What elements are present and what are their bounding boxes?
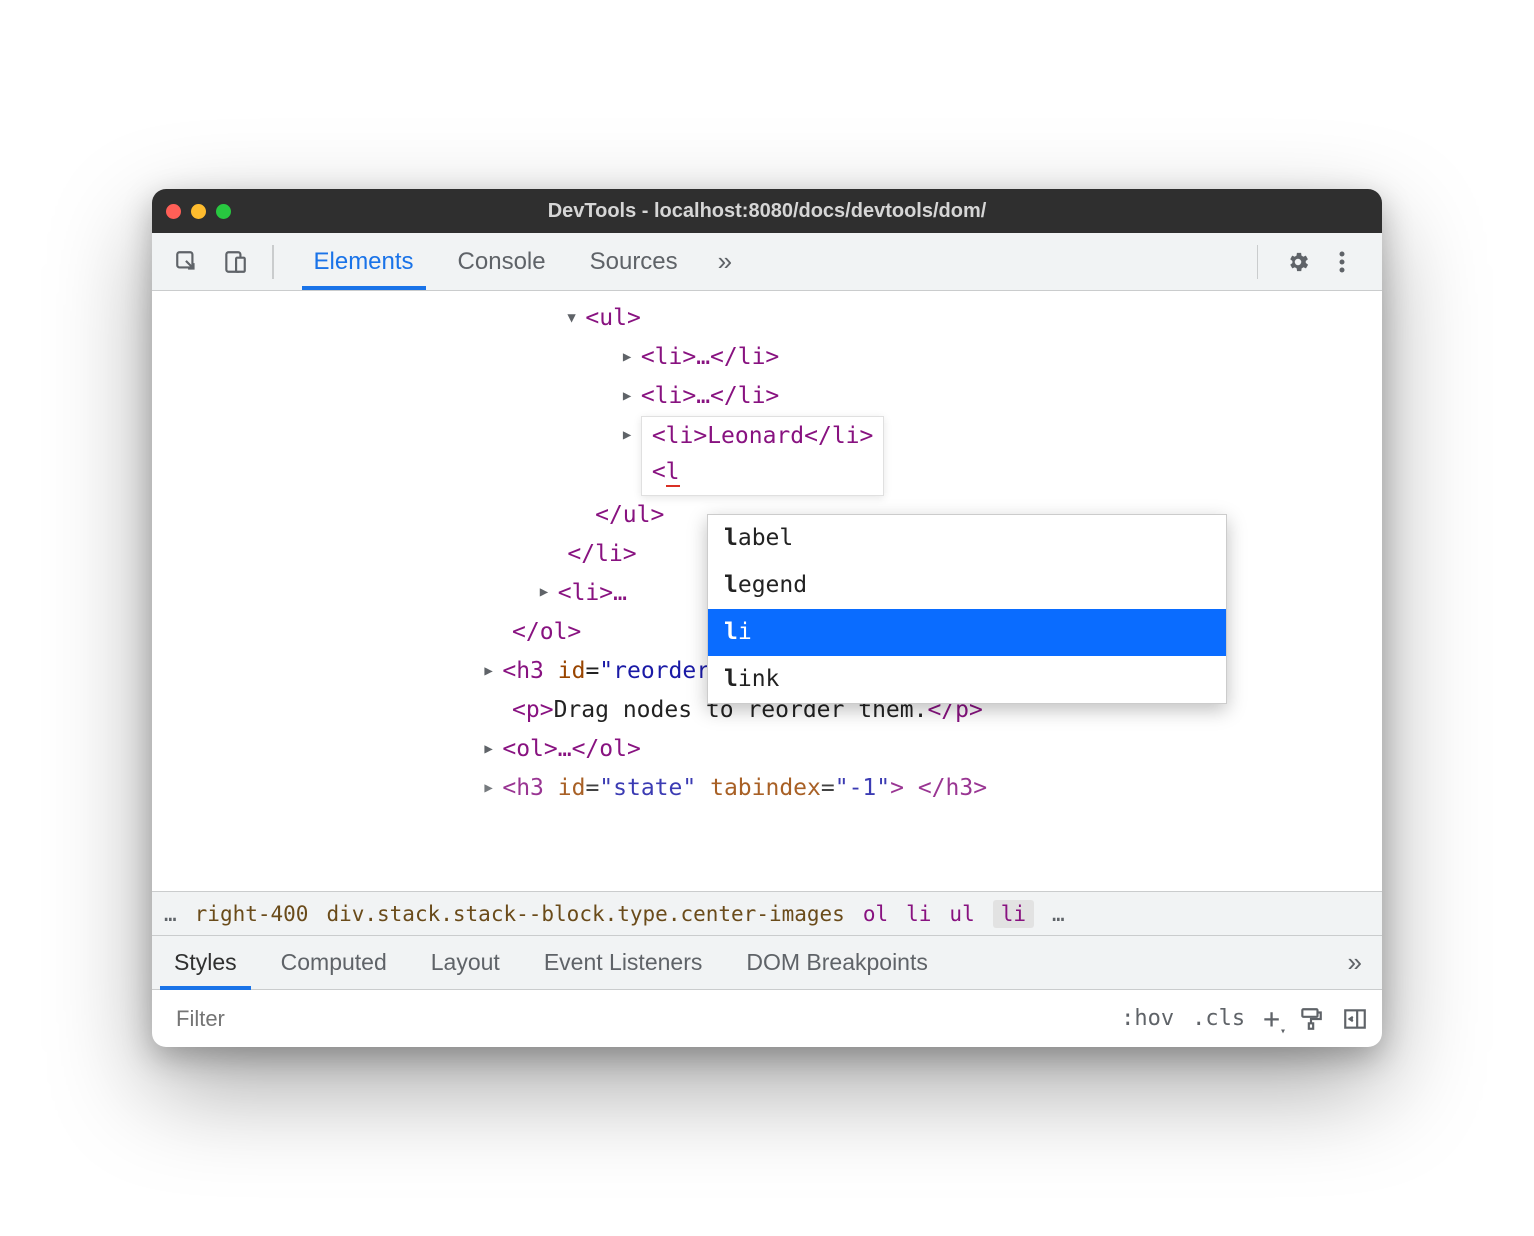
subtab-layout[interactable]: Layout [409,936,522,989]
subtab-computed[interactable]: Computed [259,936,409,989]
breadcrumb-item[interactable]: ul [949,902,974,926]
hov-button[interactable]: :hov [1121,1006,1174,1031]
traffic-lights [166,204,231,219]
dom-line-ul-open[interactable]: <ul> [152,299,1382,338]
toolbar-divider [272,245,274,279]
toolbar-right [1251,240,1365,284]
main-tabs: Elements Console Sources » [292,233,751,290]
breadcrumbs[interactable]: … right-400 div.stack.stack--block.type.… [152,891,1382,935]
more-subtabs-icon[interactable]: » [1328,936,1382,989]
breadcrumb-item[interactable]: ol [863,902,888,926]
subtab-styles[interactable]: Styles [152,936,259,989]
tab-elements[interactable]: Elements [292,233,436,290]
breadcrumb-item-selected[interactable]: li [993,900,1034,928]
inspect-icon[interactable] [170,245,204,279]
dom-line-li-2[interactable]: <li>…</li> [152,377,1382,416]
breadcrumb-overflow-left[interactable]: … [164,902,177,926]
toggle-sidebar-icon[interactable] [1342,1006,1368,1032]
kebab-icon[interactable] [1320,240,1364,284]
tab-sources[interactable]: Sources [568,233,700,290]
breadcrumb-item[interactable]: li [906,902,931,926]
maximize-icon[interactable] [216,204,231,219]
autocomplete-popup: label legend li link [707,514,1227,704]
filter-input[interactable] [166,1000,1113,1038]
window-title: DevTools - localhost:8080/docs/devtools/… [548,200,987,223]
titlebar: DevTools - localhost:8080/docs/devtools/… [152,189,1382,233]
autocomplete-item-link[interactable]: link [708,656,1226,703]
autocomplete-item-label[interactable]: label [708,515,1226,562]
styles-tabs: Styles Computed Layout Event Listeners D… [152,935,1382,989]
styles-filter-row: :hov .cls + [152,989,1382,1047]
new-style-button[interactable]: + [1263,1002,1280,1035]
breadcrumb-item[interactable]: div.stack.stack--block.type.center-image… [326,902,844,926]
close-icon[interactable] [166,204,181,219]
subtab-dom-breakpoints[interactable]: DOM Breakpoints [724,936,950,989]
dom-line-li-1[interactable]: <li>…</li> [152,338,1382,377]
breadcrumb-overflow-right[interactable]: … [1052,902,1065,926]
autocomplete-item-legend[interactable]: legend [708,562,1226,609]
autocomplete-item-li[interactable]: li [708,609,1226,656]
dom-tree-panel[interactable]: <ul> <li>…</li> <li>…</li> <li>Leonard</… [152,291,1382,891]
minimize-icon[interactable] [191,204,206,219]
main-toolbar: Elements Console Sources » [152,233,1382,291]
devtools-window: DevTools - localhost:8080/docs/devtools/… [152,189,1382,1047]
cls-button[interactable]: .cls [1192,1006,1245,1031]
paint-icon[interactable] [1298,1006,1324,1032]
html-edit-box: <li>Leonard</li><l [641,416,885,495]
tab-console[interactable]: Console [436,233,568,290]
toolbar-divider-2 [1257,245,1259,279]
settings-icon[interactable] [1276,240,1320,284]
breadcrumb-item[interactable]: right-400 [195,902,309,926]
dom-line-ol[interactable]: <ol>…</ol> [152,730,1382,769]
device-toggle-icon[interactable] [218,245,252,279]
dom-line-edit[interactable]: <li>Leonard</li><l [152,416,1382,495]
dom-line-h3b[interactable]: <h3 id="state" tabindex="-1"> </h3> [152,769,1382,808]
subtab-event-listeners[interactable]: Event Listeners [522,936,725,989]
more-tabs-icon[interactable]: » [700,233,750,290]
